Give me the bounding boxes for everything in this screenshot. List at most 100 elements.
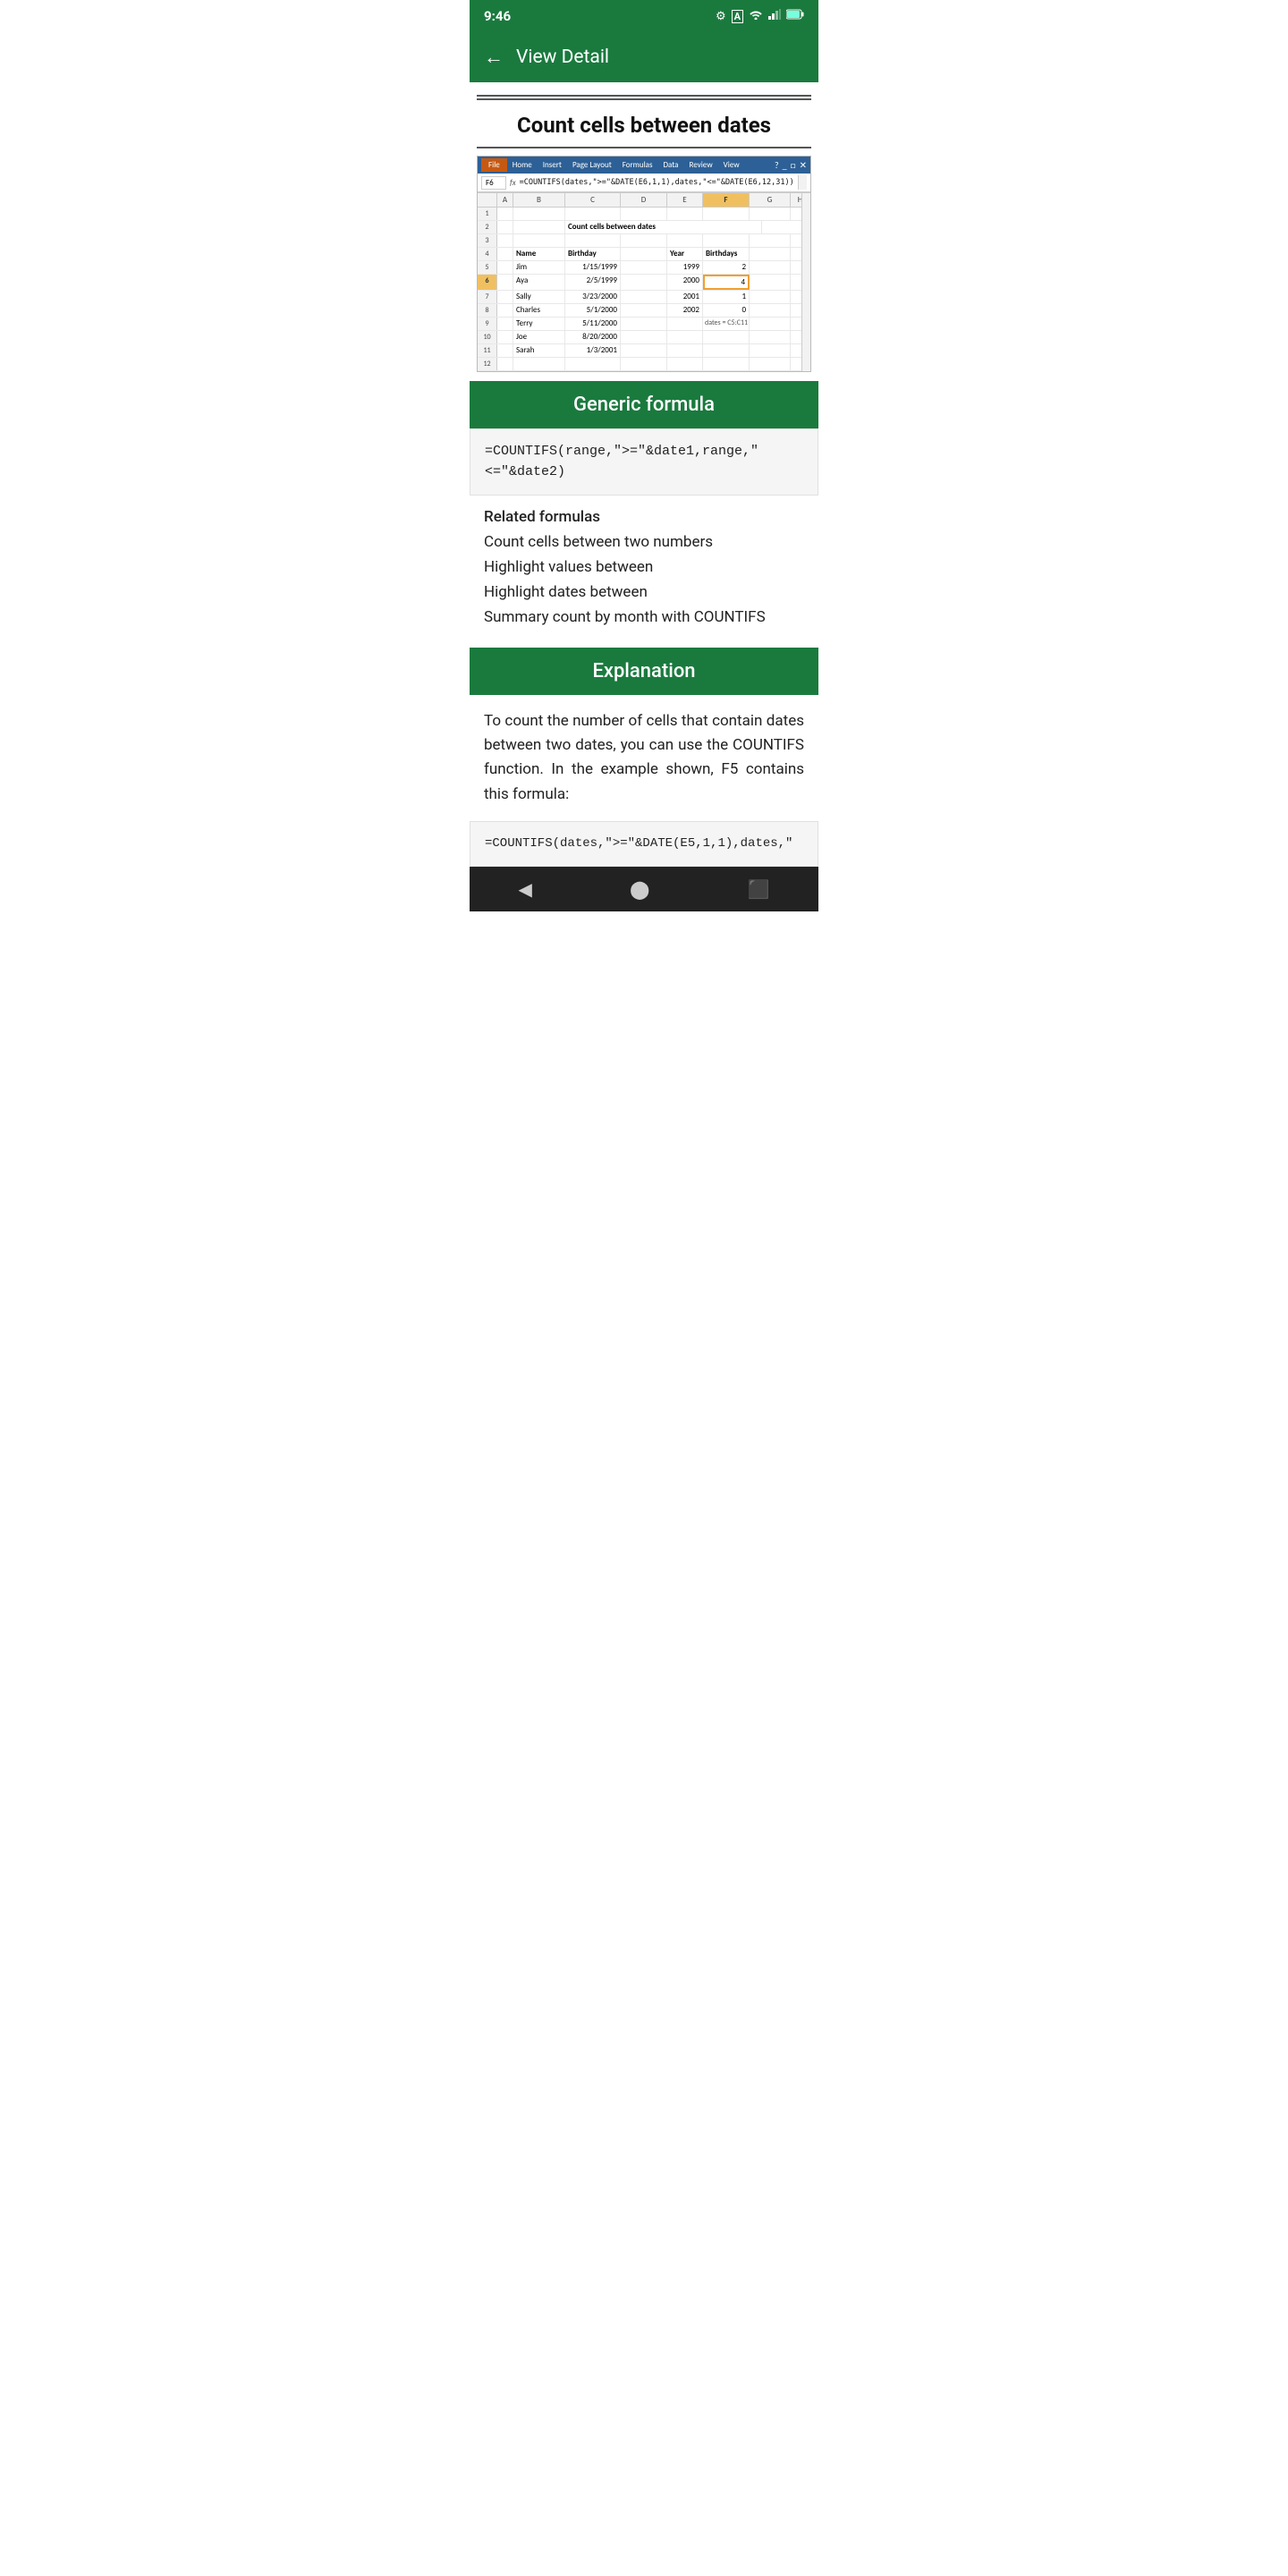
col-g: G <box>750 193 791 207</box>
cell-f5: 2 <box>703 261 750 274</box>
table-row: 9 Terry 5/11/2000 dates = C5:C11 <box>478 318 801 331</box>
list-item[interactable]: Highlight dates between <box>484 580 804 605</box>
table-row: 1 <box>478 208 801 221</box>
cell-g8 <box>750 304 791 317</box>
cell-d10 <box>621 331 667 343</box>
review-tab[interactable]: Review <box>683 158 717 172</box>
cell-g9 <box>750 318 791 330</box>
restore-icon: □ <box>791 159 796 171</box>
cell-d4 <box>621 248 667 260</box>
cell-f10 <box>703 331 750 343</box>
row-num-6: 6 <box>478 275 497 290</box>
insert-tab[interactable]: Insert <box>538 158 567 172</box>
row-num-4: 4 <box>478 248 497 260</box>
cell-h10 <box>791 331 801 343</box>
related-formulas-section: Related formulas Count cells between two… <box>470 496 818 639</box>
cell-h7 <box>791 291 801 303</box>
cell-d5 <box>621 261 667 274</box>
file-tab[interactable]: File <box>481 158 507 172</box>
col-c: C <box>565 193 621 207</box>
table-row: 11 Sarah 1/3/2001 <box>478 344 801 358</box>
cell-f1 <box>703 208 750 220</box>
cell-f11 <box>703 344 750 357</box>
cell-g7 <box>750 291 791 303</box>
row-num-3: 3 <box>478 234 497 247</box>
cell-b8: Charles <box>513 304 565 317</box>
table-row: 5 Jim 1/15/1999 1999 2 <box>478 261 801 275</box>
cell-e5: 1999 <box>667 261 703 274</box>
cell-d9 <box>621 318 667 330</box>
home-tab[interactable]: Home <box>507 158 538 172</box>
generic-formula-code: =COUNTIFS(range,">="&date1,range,"<="&da… <box>470 428 818 496</box>
back-button[interactable]: ← <box>484 46 504 69</box>
cell-d3 <box>621 234 667 247</box>
cell-h8 <box>791 304 801 317</box>
cell-d8 <box>621 304 667 317</box>
cell-b1 <box>513 208 565 220</box>
row-num-5: 5 <box>478 261 497 274</box>
cell-b3 <box>513 234 565 247</box>
cell-a4 <box>497 248 513 260</box>
cell-h4 <box>791 248 801 260</box>
cell-e8: 2002 <box>667 304 703 317</box>
list-item[interactable]: Highlight values between <box>484 555 804 580</box>
cell-e11 <box>667 344 703 357</box>
home-button[interactable]: ⬤ <box>612 875 667 903</box>
cell-c6: 2/5/1999 <box>565 275 621 290</box>
ribbon-tabs: File Home Insert Page Layout Formulas Da… <box>478 157 810 174</box>
col-header-row: A B C D E F G H <box>478 193 801 208</box>
row-num-1: 1 <box>478 208 497 220</box>
cell-g1 <box>750 208 791 220</box>
recent-button[interactable]: ⬛ <box>730 875 788 903</box>
scrollbar[interactable] <box>801 193 810 371</box>
status-icons: ⚙ A <box>716 9 804 23</box>
back-button[interactable]: ◀ <box>501 875 550 903</box>
table-row: 4 Name Birthday Year Birthdays <box>478 248 801 261</box>
formulas-tab[interactable]: Formulas <box>617 158 658 172</box>
cell-h6 <box>791 275 801 290</box>
formula-fx-label: fx <box>510 178 516 188</box>
cell-ref: F6 <box>481 176 506 190</box>
cell-e4: Year <box>667 248 703 260</box>
cell-b7: Sally <box>513 291 565 303</box>
cell-g11 <box>750 344 791 357</box>
generic-formula-header: Generic formula <box>470 381 818 428</box>
cell-d6 <box>621 275 667 290</box>
cell-b5: Jim <box>513 261 565 274</box>
cell-a10 <box>497 331 513 343</box>
data-tab[interactable]: Data <box>657 158 683 172</box>
close-icon: ✕ <box>800 159 807 171</box>
status-bar: 9:46 ⚙ A <box>470 0 818 32</box>
cell-a1 <box>497 208 513 220</box>
explanation-code: =COUNTIFS(dates,">="&DATE(E5,1,1),dates,… <box>470 821 818 867</box>
explanation-header: Explanation <box>470 648 818 695</box>
view-tab[interactable]: View <box>718 158 745 172</box>
table-row: 10 Joe 8/20/2000 <box>478 331 801 344</box>
col-d: D <box>621 193 667 207</box>
bottom-nav: ◀ ⬤ ⬛ <box>470 867 818 911</box>
cell-g6 <box>750 275 791 290</box>
cell-h5 <box>791 261 801 274</box>
pagelayout-tab[interactable]: Page Layout <box>567 158 617 172</box>
cell-c8: 5/1/2000 <box>565 304 621 317</box>
explanation-text: To count the number of cells that contai… <box>470 695 818 814</box>
cell-b4: Name <box>513 248 565 260</box>
a-icon: A <box>732 10 743 23</box>
cell-h12 <box>791 358 801 370</box>
table-row: 3 <box>478 234 801 248</box>
formula-bar: F6 fx =COUNTIFS(dates,">="&DATE(E6,1,1),… <box>478 174 810 192</box>
cell-g10 <box>750 331 791 343</box>
cell-a3 <box>497 234 513 247</box>
cell-d11 <box>621 344 667 357</box>
cell-e6: 2000 <box>667 275 703 290</box>
list-item[interactable]: Count cells between two numbers <box>484 530 804 555</box>
cell-c10: 8/20/2000 <box>565 331 621 343</box>
cell-g12 <box>750 358 791 370</box>
cell-a9 <box>497 318 513 330</box>
col-a: A <box>497 193 513 207</box>
cell-a2 <box>497 221 513 233</box>
related-title: Related formulas <box>484 508 804 526</box>
col-h: H <box>791 193 801 207</box>
list-item[interactable]: Summary count by month with COUNTIFS <box>484 605 804 630</box>
table-row: 7 Sally 3/23/2000 2001 1 <box>478 291 801 304</box>
